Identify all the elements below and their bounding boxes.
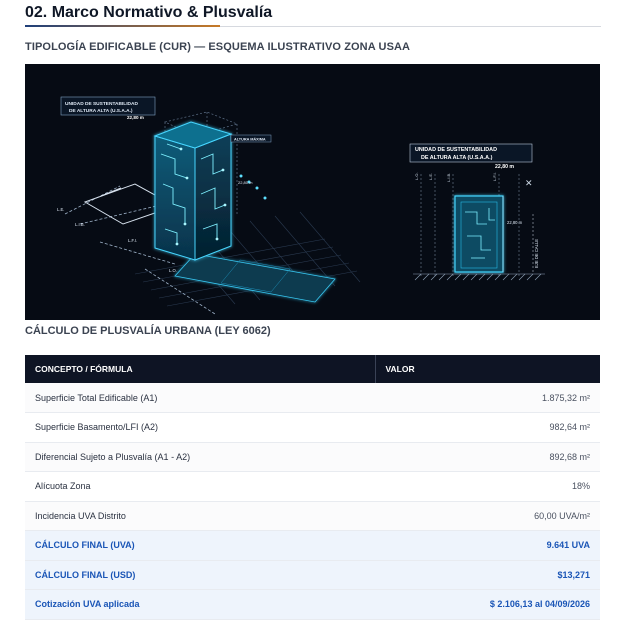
table-row: Superficie Total Edificable (A1) 1.875,3… (25, 383, 600, 413)
section-heading-typology: TIPOLOGÍA EDIFICABLE (CUR) — ESQUEMA ILU… (25, 41, 411, 53)
section-heading-calc: CÁLCULO DE PLUSVALÍA URBANA (LEY 6062) (25, 325, 271, 337)
row-concept: CÁLCULO FINAL (UVA) (25, 530, 375, 561)
title-accent-bar (25, 25, 220, 27)
row-concept: CÁLCULO FINAL (USD) (25, 560, 375, 590)
typology-illustration: UNIDAD DE SUSTENTABILIDAD DE ALTURA ALTA… (25, 64, 600, 320)
row-value: 9.641 UVA (375, 530, 600, 561)
svg-text:DE ALTURA ALTA (U.S.A.A.): DE ALTURA ALTA (U.S.A.A.) (69, 108, 133, 114)
table-row-highlight: Cotización UVA aplicada $ 2.106,13 al 04… (25, 589, 600, 620)
page-title: 02. Marco Normativo & Plusvalía (25, 4, 273, 21)
ground-hatch (413, 273, 545, 281)
row-concept: Alícuota Zona (25, 471, 375, 502)
svg-text:22,80 m: 22,80 m (238, 180, 253, 185)
column-header-value: VALOR (374, 355, 600, 383)
svg-text:22,80 m: 22,80 m (507, 220, 523, 225)
table-row: Diferencial Sujeto a Plusvalía (A1 - A2)… (25, 442, 600, 472)
row-concept: Cotización UVA aplicada (25, 589, 375, 620)
table-header-row: CONCEPTO / FÓRMULA VALOR (25, 355, 600, 383)
svg-text:EJE DE CALLE: EJE DE CALLE (534, 239, 539, 268)
svg-text:DE ALTURA ALTA (U.S.A.A.): DE ALTURA ALTA (U.S.A.A.) (421, 155, 493, 161)
table-row: Superficie Basamento/LFI (A2) 982,64 m² (25, 412, 600, 443)
svg-text:L.I.B.: L.I.B. (446, 173, 451, 182)
building-3d (153, 121, 233, 261)
row-concept: Diferencial Sujeto a Plusvalía (A1 - A2) (25, 442, 375, 472)
table-row: Alícuota Zona 18% (25, 471, 600, 502)
svg-text:L.O.: L.O. (169, 268, 177, 273)
row-value: 60,00 UVA/m² (375, 501, 600, 531)
elevation-building (454, 195, 504, 273)
plusvalia-table: CONCEPTO / FÓRMULA VALOR Superficie Tota… (25, 355, 600, 620)
svg-text:L.F.I.: L.F.I. (128, 238, 137, 243)
table-row-highlight: CÁLCULO FINAL (USD) $13,271 (25, 560, 600, 590)
row-value: $ 2.106,13 al 04/09/2026 (375, 589, 600, 620)
svg-text:L.F.I.: L.F.I. (492, 172, 497, 181)
svg-text:22,80 m: 22,80 m (127, 115, 144, 120)
cross-mark: ✕ (525, 178, 533, 188)
svg-text:L.E.: L.E. (57, 207, 64, 212)
table-row: Incidencia UVA Distrito 60,00 UVA/m² (25, 501, 600, 531)
svg-text:L.E.: L.E. (428, 173, 433, 180)
svg-text:L.I.B.: L.I.B. (75, 222, 85, 227)
table-row-highlight: CÁLCULO FINAL (UVA) 9.641 UVA (25, 530, 600, 561)
row-concept: Incidencia UVA Distrito (25, 501, 375, 531)
column-header-concept: CONCEPTO / FÓRMULA (25, 355, 375, 383)
row-value: 1.875,32 m² (375, 383, 600, 413)
svg-text:UNIDAD DE SUSTENTABILIDAD: UNIDAD DE SUSTENTABILIDAD (415, 147, 497, 153)
svg-text:UNIDAD DE SUSTENTABILIDAD: UNIDAD DE SUSTENTABILIDAD (65, 101, 138, 107)
row-concept: Superficie Total Edificable (A1) (25, 383, 375, 413)
row-value: $13,271 (375, 560, 600, 590)
row-concept: Superficie Basamento/LFI (A2) (25, 412, 375, 443)
left-label-box: UNIDAD DE SUSTENTABILIDAD DE ALTURA ALTA… (60, 96, 156, 120)
pointer-dots (239, 174, 267, 200)
svg-text:22,80 m: 22,80 m (495, 164, 514, 170)
svg-text:ALTURA MÁXIMA: ALTURA MÁXIMA (234, 137, 266, 142)
row-value: 982,64 m² (375, 412, 600, 443)
right-label-box: UNIDAD DE SUSTENTABILIDAD DE ALTURA ALTA… (409, 143, 533, 170)
row-value: 18% (375, 471, 600, 502)
row-value: 892,68 m² (375, 442, 600, 472)
svg-text:L.O.: L.O. (414, 172, 419, 180)
